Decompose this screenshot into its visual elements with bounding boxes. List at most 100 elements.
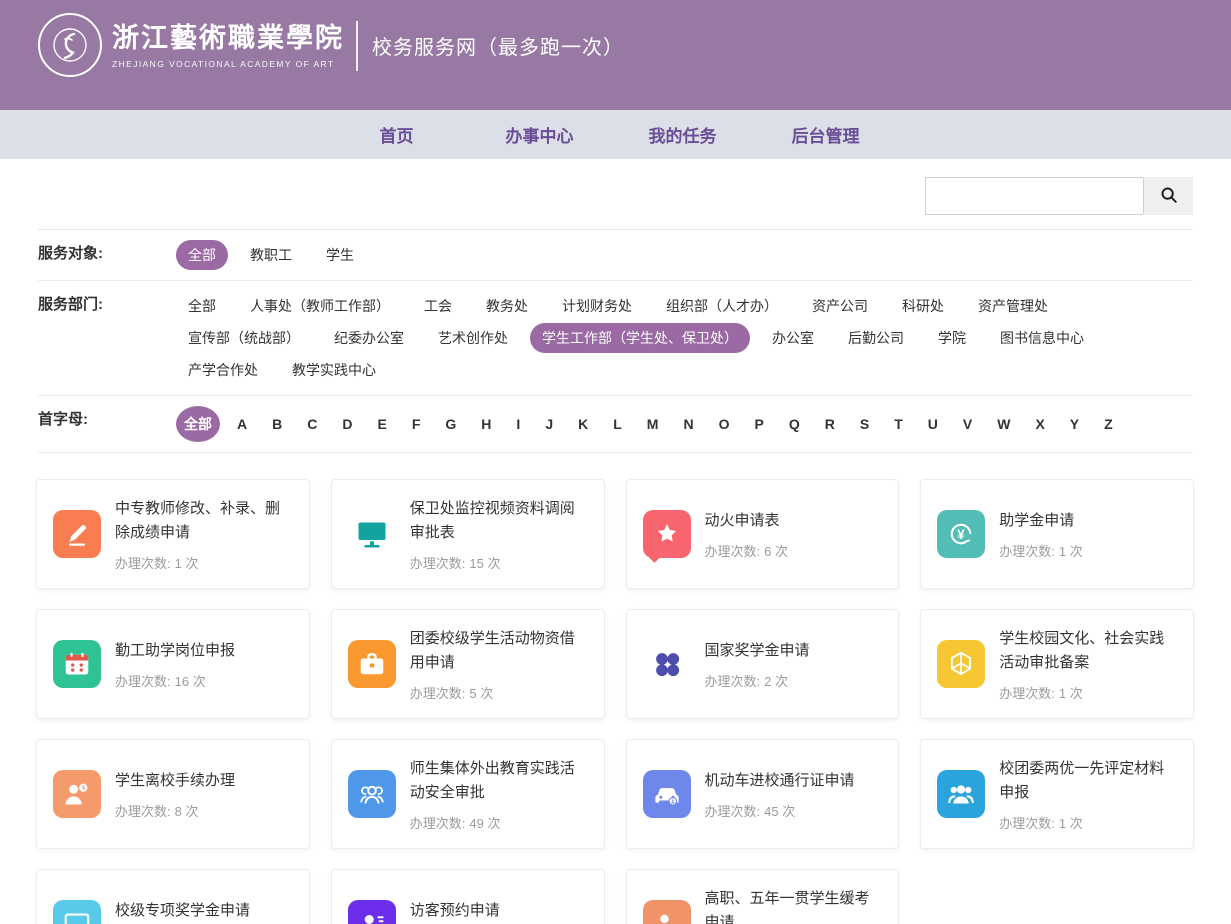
filter-option[interactable]: J bbox=[537, 409, 561, 439]
nav-item-admin[interactable]: 后台管理 bbox=[754, 122, 897, 147]
count-label: 办理次数: bbox=[705, 544, 761, 559]
filter-option[interactable]: Y bbox=[1062, 409, 1087, 439]
filter-option[interactable]: P bbox=[746, 409, 771, 439]
service-card[interactable]: 学生离校手续办理办理次数:8 次 bbox=[36, 739, 310, 849]
service-title: 校级专项奖学金申请 bbox=[115, 899, 293, 923]
count-label: 办理次数: bbox=[410, 686, 466, 701]
filter-option[interactable]: R bbox=[817, 409, 843, 439]
filter-option[interactable]: 学院 bbox=[926, 323, 978, 353]
filter-option[interactable]: 产学合作处 bbox=[176, 355, 270, 385]
filter-option[interactable]: G bbox=[437, 409, 464, 439]
filter-option[interactable]: V bbox=[955, 409, 980, 439]
svg-text:¥: ¥ bbox=[957, 527, 965, 542]
filter-option-selected[interactable]: 全部 bbox=[176, 240, 228, 270]
filter-option[interactable]: X bbox=[1027, 409, 1052, 439]
filter-option[interactable]: 人事处（教师工作部） bbox=[238, 291, 402, 321]
calendar-icon bbox=[53, 640, 101, 688]
filter-option[interactable]: D bbox=[334, 409, 360, 439]
filter-option[interactable]: F bbox=[404, 409, 429, 439]
filter-option[interactable]: S bbox=[852, 409, 877, 439]
filter-option-selected[interactable]: 学生工作部（学生处、保卫处） bbox=[530, 323, 750, 353]
service-card[interactable]: 保卫处监控视频资料调阅审批表办理次数:15 次 bbox=[331, 479, 605, 589]
count-label: 办理次数: bbox=[410, 556, 466, 571]
service-count: 办理次数:45 次 bbox=[705, 801, 883, 820]
service-card[interactable]: 团委校级学生活动物资借用申请办理次数:5 次 bbox=[331, 609, 605, 719]
service-card[interactable]: 访客预约申请办理次数:23 次 bbox=[331, 869, 605, 924]
count-label: 办理次数: bbox=[410, 816, 466, 831]
filter-option[interactable]: T bbox=[886, 409, 911, 439]
service-card[interactable]: 国家奖学金申请办理次数:2 次 bbox=[626, 609, 900, 719]
service-card[interactable]: 师生集体外出教育实践活动安全审批办理次数:49 次 bbox=[331, 739, 605, 849]
service-count: 办理次数:6 次 bbox=[705, 541, 883, 560]
service-card[interactable]: 高职、五年一贯学生缓考申请办理次数:2 次 bbox=[626, 869, 900, 924]
service-count: 办理次数:1 次 bbox=[999, 813, 1177, 832]
filter-panel: 服务对象:全部教职工学生服务部门:全部人事处（教师工作部）工会教务处计划财务处组… bbox=[38, 230, 1193, 453]
filter-option[interactable]: 后勤公司 bbox=[836, 323, 916, 353]
nav-item-my-tasks[interactable]: 我的任务 bbox=[611, 122, 754, 147]
service-title: 中专教师修改、补录、删除成绩申请 bbox=[115, 497, 293, 545]
filter-option[interactable]: W bbox=[989, 409, 1018, 439]
nav-item-home[interactable]: 首页 bbox=[325, 122, 468, 147]
search-input[interactable] bbox=[925, 177, 1144, 215]
service-count: 办理次数:49 次 bbox=[410, 813, 588, 832]
service-card[interactable]: 机动车进校通行证申请办理次数:45 次 bbox=[626, 739, 900, 849]
filter-option[interactable]: U bbox=[920, 409, 946, 439]
person-lines-icon bbox=[348, 900, 396, 924]
service-card[interactable]: ¥助学金申请办理次数:1 次 bbox=[920, 479, 1194, 589]
car-icon bbox=[643, 770, 691, 818]
briefcase-icon bbox=[348, 640, 396, 688]
filter-option[interactable]: M bbox=[639, 409, 667, 439]
filter-option[interactable]: Q bbox=[781, 409, 808, 439]
filter-option[interactable]: I bbox=[508, 409, 528, 439]
filter-option[interactable]: K bbox=[570, 409, 596, 439]
filter-option[interactable]: 教学实践中心 bbox=[280, 355, 388, 385]
service-count: 办理次数:1 次 bbox=[115, 553, 293, 572]
filter-option[interactable]: 艺术创作处 bbox=[426, 323, 520, 353]
filter-option[interactable]: 资产公司 bbox=[800, 291, 880, 321]
pen-icon bbox=[53, 510, 101, 558]
filter-label: 服务对象: bbox=[38, 239, 176, 269]
filter-option[interactable]: C bbox=[299, 409, 325, 439]
filter-option[interactable]: 科研处 bbox=[890, 291, 956, 321]
filter-option[interactable]: 图书信息中心 bbox=[988, 323, 1096, 353]
filter-option[interactable]: Z bbox=[1096, 409, 1121, 439]
service-title: 机动车进校通行证申请 bbox=[705, 769, 883, 793]
service-title: 国家奖学金申请 bbox=[705, 639, 883, 663]
filter-option[interactable]: O bbox=[711, 409, 738, 439]
filter-option[interactable]: N bbox=[675, 409, 701, 439]
filter-option[interactable]: 学生 bbox=[314, 240, 366, 270]
nav-item-service-center[interactable]: 办事中心 bbox=[468, 122, 611, 147]
filter-option[interactable]: H bbox=[473, 409, 499, 439]
header: 浙江藝術職業學院 ZHEJIANG VOCATIONAL ACADEMY OF … bbox=[0, 0, 1231, 110]
service-card[interactable]: 校级专项奖学金申请办理次数:1 次 bbox=[36, 869, 310, 924]
filter-option[interactable]: B bbox=[264, 409, 290, 439]
filter-option[interactable]: 资产管理处 bbox=[966, 291, 1060, 321]
filter-option[interactable]: A bbox=[229, 409, 255, 439]
filter-option[interactable]: 计划财务处 bbox=[550, 291, 644, 321]
filter-option[interactable]: 教职工 bbox=[238, 240, 304, 270]
filter-option[interactable]: 纪委办公室 bbox=[322, 323, 416, 353]
filter-options: 全部人事处（教师工作部） 工会教务处计划财务处组织部（人才办） 资产公司科研处资产管… bbox=[176, 290, 1193, 386]
service-card[interactable]: 学生校园文化、社会实践活动审批备案办理次数:1 次 bbox=[920, 609, 1194, 719]
service-card[interactable]: 动火申请表办理次数:6 次 bbox=[626, 479, 900, 589]
filter-label: 首字母: bbox=[38, 405, 176, 435]
filter-option[interactable]: 宣传部（统战部） bbox=[176, 323, 312, 353]
service-count: 办理次数:5 次 bbox=[410, 683, 588, 702]
filter-option[interactable]: 办公室 bbox=[760, 323, 826, 353]
service-title: 勤工助学岗位申报 bbox=[115, 639, 293, 663]
count-label: 办理次数: bbox=[705, 674, 761, 689]
search-button[interactable] bbox=[1144, 177, 1193, 215]
filter-option[interactable]: 教务处 bbox=[474, 291, 540, 321]
header-divider bbox=[356, 21, 358, 71]
service-card[interactable]: 勤工助学岗位申报办理次数:16 次 bbox=[36, 609, 310, 719]
filter-option[interactable]: E bbox=[370, 409, 395, 439]
filter-option[interactable]: L bbox=[605, 409, 630, 439]
service-card[interactable]: 中专教师修改、补录、删除成绩申请办理次数:1 次 bbox=[36, 479, 310, 589]
filter-option[interactable]: 全部 bbox=[176, 291, 228, 321]
filter-option-selected[interactable]: 全部 bbox=[176, 406, 220, 442]
filter-option[interactable]: 工会 bbox=[412, 291, 464, 321]
service-card[interactable]: 校团委两优一先评定材料申报办理次数:1 次 bbox=[920, 739, 1194, 849]
count-value: 5 次 bbox=[469, 686, 493, 701]
filter-option[interactable]: 组织部（人才办） bbox=[654, 291, 790, 321]
count-value: 1 次 bbox=[1059, 544, 1083, 559]
